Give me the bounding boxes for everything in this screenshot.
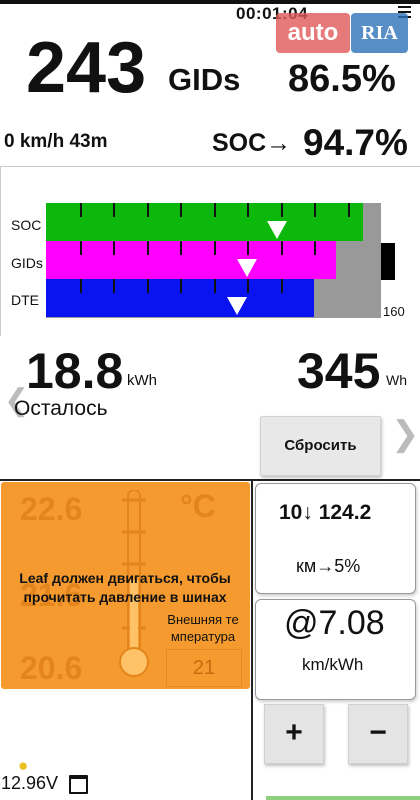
bar-tick — [214, 241, 216, 255]
bar-tick — [180, 279, 182, 293]
outside-temp-label: Внешняя те мпература — [167, 612, 239, 644]
bar-tick — [113, 203, 115, 217]
bar-tick — [247, 279, 249, 293]
kwh-value: 18.8 — [26, 343, 124, 399]
dte-bar — [46, 279, 314, 317]
bottom-indicator — [266, 796, 420, 800]
bar-tick — [281, 203, 283, 217]
bar-tick — [113, 241, 115, 255]
row-label-dte: DTE — [11, 292, 39, 308]
row-label-soc: SOC — [11, 217, 42, 233]
reset-button[interactable]: Сбросить — [260, 416, 381, 476]
gids-unit: GIDs — [168, 62, 241, 97]
gids-value: 243 — [26, 28, 147, 108]
bar-tick — [247, 241, 249, 255]
bar-tick — [314, 203, 316, 217]
bar-tick — [214, 279, 216, 293]
calendar-icon[interactable] — [69, 775, 88, 794]
range-card-value: 10↓ 124.2 — [279, 501, 372, 524]
bar-tick — [247, 203, 249, 217]
temp-top-value: 22.6 — [20, 491, 83, 527]
kwh-unit: kWh — [127, 372, 157, 389]
battery-voltage: 12.96V — [1, 773, 59, 793]
bar-tick — [314, 241, 316, 255]
bar-tick — [80, 241, 82, 255]
top-edge-bar — [0, 0, 420, 4]
dte-marker-icon — [227, 297, 247, 315]
watermark-auto: auto — [276, 13, 350, 53]
gids-bar — [46, 241, 336, 279]
soc-marker-icon — [267, 221, 287, 239]
soc-bar — [46, 203, 363, 241]
gids-percent: 86.5% — [288, 58, 396, 100]
chevron-right-icon[interactable]: ❯ — [391, 414, 420, 454]
bar-tick — [281, 279, 283, 293]
bar-tick — [80, 279, 82, 293]
wh-unit: Wh — [386, 372, 407, 388]
range-card-label: км→5% — [296, 556, 361, 576]
tyre-pressure-message: Leaf должен двигаться, чтобы прочитать д… — [19, 570, 231, 605]
outside-temp-value: 21 — [166, 649, 242, 687]
bar-tick — [147, 203, 149, 217]
soc-target-value: 94.7% — [303, 122, 408, 163]
speed-time: 0 km/h 43m — [4, 131, 108, 152]
bar-tick — [147, 241, 149, 255]
temp-bottom-value: 20.6 — [20, 650, 83, 686]
bar-tick — [147, 279, 149, 293]
section-divider — [0, 479, 420, 481]
bar-tick — [281, 241, 283, 255]
gids-marker-icon — [237, 259, 257, 277]
soc-target-label: SOC→ — [212, 129, 292, 157]
temp-unit: °C — [180, 488, 216, 524]
efficiency-value: @7.08 — [284, 604, 385, 642]
efficiency-unit: km/kWh — [302, 655, 364, 674]
bar-tick — [214, 203, 216, 217]
minus-button[interactable]: − — [348, 704, 408, 764]
graph-max-label: 160 — [383, 304, 405, 319]
plus-button[interactable]: + — [264, 704, 324, 764]
bar-tick — [348, 203, 350, 217]
graph-top-border — [0, 166, 420, 167]
bar-tick — [180, 203, 182, 217]
range-card[interactable] — [255, 483, 416, 594]
watermark-ria: RIA — [351, 13, 408, 53]
bar-tick — [113, 279, 115, 293]
bar-tick — [80, 203, 82, 217]
remaining-label: Осталось — [14, 397, 108, 420]
graph-left-border — [0, 166, 1, 336]
row-label-gids: GIDs — [11, 255, 43, 271]
column-divider — [251, 479, 253, 800]
bar-tick — [180, 241, 182, 255]
battery-terminal — [381, 243, 395, 280]
wh-value: 345 — [297, 343, 381, 399]
